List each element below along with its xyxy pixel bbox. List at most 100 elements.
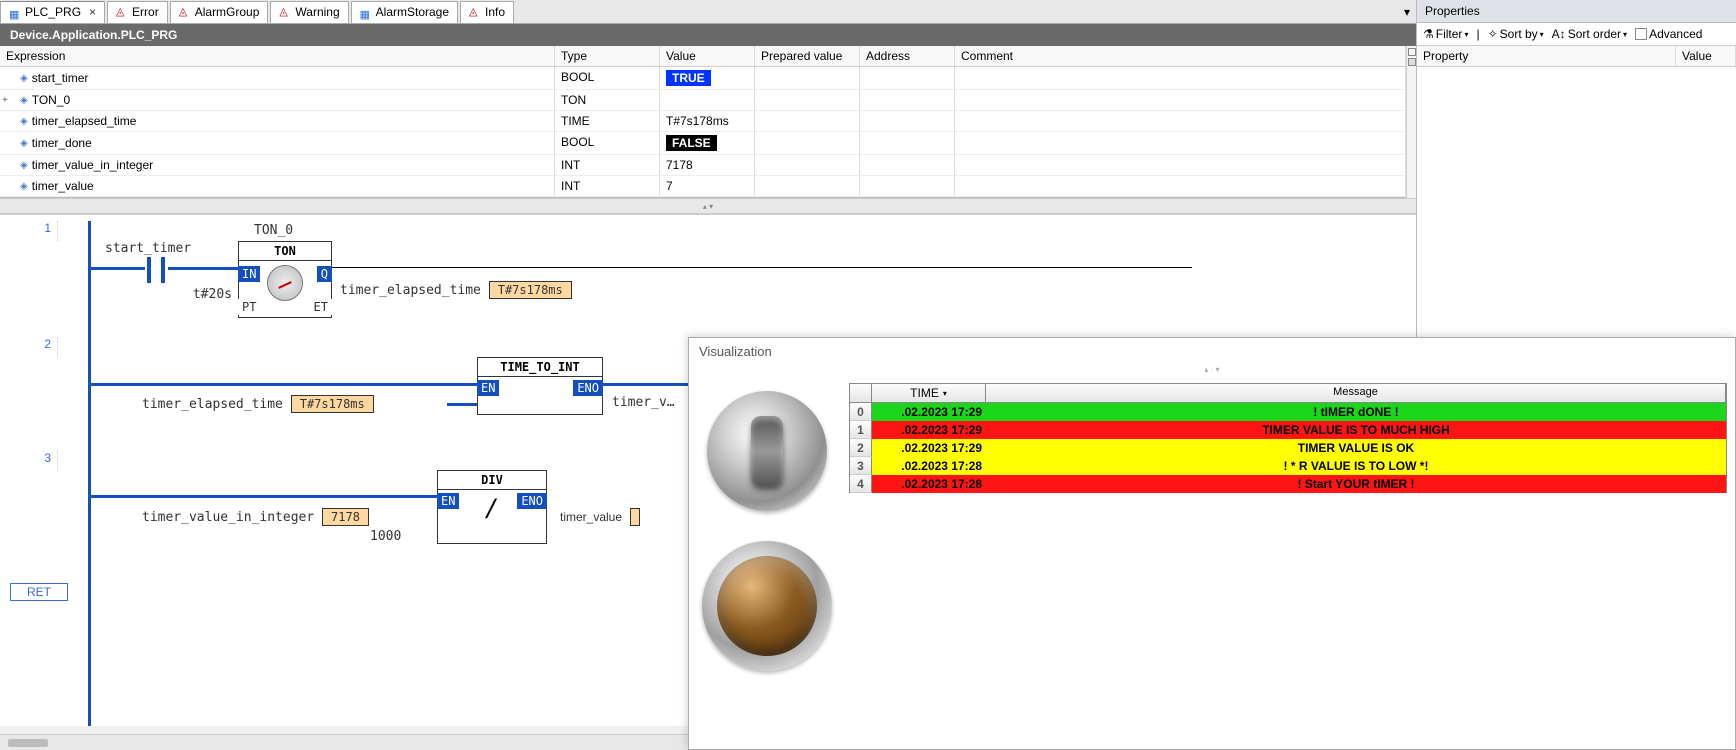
tab-plc_prg[interactable]: PLC_PRG ×	[0, 1, 105, 23]
var-value[interactable]	[660, 90, 755, 110]
variable-row[interactable]: ◈timer_valueINT7	[0, 176, 1406, 197]
sortorder-button[interactable]: A↕Sort order ▾	[1552, 27, 1627, 41]
input-value: T#7s178ms	[291, 395, 374, 413]
var-prepared[interactable]	[755, 67, 860, 89]
tabs-dropdown[interactable]: ▾	[1404, 5, 1410, 19]
horizontal-scrollbar[interactable]	[0, 734, 688, 750]
ton-block[interactable]: TON IN Q PT ET	[238, 241, 332, 318]
col-address[interactable]: Address	[860, 46, 955, 66]
viz-splitter[interactable]: ▴ · ▾	[689, 365, 1735, 377]
warn-icon	[469, 7, 481, 17]
tab-info[interactable]: Info	[460, 1, 514, 23]
col-prepared[interactable]: Prepared value	[755, 46, 860, 66]
block-type: TON	[239, 242, 331, 261]
et-output-label: timer_elapsed_time	[340, 283, 481, 298]
col-type[interactable]: Type	[555, 46, 660, 66]
indicator-lamp[interactable]	[702, 541, 832, 671]
tab-label: PLC_PRG	[25, 5, 81, 19]
alarm-time: .02.2023 17:29	[872, 421, 986, 439]
variable-row[interactable]: ◈ timer_value_in_integer INT7178	[0, 155, 1406, 176]
port-et: ET	[310, 299, 332, 315]
col-time[interactable]: TIME ▾	[872, 384, 986, 402]
alarm-index: 0	[850, 403, 872, 421]
alarm-index: 4	[850, 475, 872, 493]
block-title: TIME_TO_INT	[478, 358, 602, 377]
filter-button[interactable]: ⚗ Filter ▾	[1423, 27, 1468, 41]
side-icon[interactable]	[1408, 48, 1416, 56]
var-icon: ◈	[20, 95, 28, 106]
var-value[interactable]: FALSE	[660, 132, 755, 154]
table-side-controls[interactable]	[1406, 46, 1416, 198]
alarm-row[interactable]: 3.02.2023 17:28! * R VALUE IS TO LOW *!	[850, 457, 1726, 475]
col-property[interactable]: Property	[1417, 46, 1676, 66]
tab-alarmstorage[interactable]: AlarmStorage	[351, 1, 458, 23]
alarm-row[interactable]: 1.02.2023 17:29TIMER VALUE IS TO MUCH HI…	[850, 421, 1726, 439]
var-icon: ◈	[20, 138, 28, 149]
alarm-table: TIME ▾ Message 0.02.2023 17:29! tIMER dO…	[849, 383, 1727, 493]
input-label: timer_elapsed_time T#7s178ms	[142, 395, 374, 413]
sortby-button[interactable]: ✧ Sort by ▾	[1488, 27, 1544, 41]
col-value[interactable]: Value	[1676, 46, 1736, 66]
col-expression[interactable]: Expression	[0, 46, 555, 66]
port-eno: ENO	[517, 493, 547, 509]
var-address	[860, 67, 955, 89]
contact-start-timer[interactable]	[145, 257, 167, 283]
visualization-window[interactable]: Visualization ▴ · ▾ TIME ▾ Message 0.02.…	[688, 337, 1736, 750]
alarm-index: 2	[850, 439, 872, 457]
horizontal-splitter[interactable]: ▴ ▾	[0, 198, 1416, 214]
variable-row[interactable]: +◈TON_0TON	[0, 90, 1406, 111]
var-comment	[955, 155, 1406, 175]
alarm-row[interactable]: 2.02.2023 17:29TIMER VALUE IS OK	[850, 439, 1726, 457]
alarm-row[interactable]: 4.02.2023 17:28! Start YOUR tIMER !	[850, 475, 1726, 493]
close-icon[interactable]: ×	[89, 5, 96, 19]
col-index[interactable]	[850, 384, 872, 402]
var-prepared[interactable]	[755, 90, 860, 110]
breadcrumb: Device.Application.PLC_PRG	[0, 24, 1416, 46]
var-prepared[interactable]	[755, 155, 860, 175]
side-icon[interactable]	[1408, 58, 1416, 66]
rung-number: 2	[0, 337, 58, 357]
var-type: INT	[555, 176, 660, 196]
var-type: TIME	[555, 111, 660, 131]
expand-icon[interactable]: +	[2, 95, 14, 106]
visualization-title: Visualization	[689, 338, 1735, 365]
tab-alarmgroup[interactable]: AlarmGroup	[170, 1, 269, 23]
col-value[interactable]: Value	[660, 46, 755, 66]
div-block[interactable]: DIV / EN ENO	[437, 470, 547, 544]
pt-input-label: t#20s	[148, 287, 232, 302]
var-name: timer_value_in_integer	[32, 158, 153, 172]
var-prepared[interactable]	[755, 132, 860, 154]
et-output: timer_elapsed_time T#7s178ms	[340, 281, 572, 299]
editor-tabs: PLC_PRG × Error AlarmGroup WarningAlarmStora…	[0, 0, 1416, 24]
const-input: 1000	[370, 529, 401, 544]
variables-table: Expression Type Value Prepared value Add…	[0, 46, 1406, 198]
var-type: BOOL	[555, 67, 660, 89]
tab-error[interactable]: Error	[107, 1, 168, 23]
properties-title: Properties	[1417, 0, 1736, 23]
rotary-switch[interactable]	[707, 391, 827, 511]
var-value[interactable]: T#7s178ms	[660, 111, 755, 131]
var-type: INT	[555, 155, 660, 175]
var-icon: ◈	[20, 160, 28, 171]
var-comment	[955, 176, 1406, 196]
var-name: start_timer	[32, 71, 89, 85]
var-prepared[interactable]	[755, 111, 860, 131]
var-value[interactable]: 7178	[660, 155, 755, 175]
variable-row[interactable]: ◈timer_doneBOOLFALSE	[0, 132, 1406, 155]
variable-row[interactable]: ◈timer_elapsed_timeTIMET#7s178ms	[0, 111, 1406, 132]
tab-warning[interactable]: Warning	[270, 1, 348, 23]
var-value[interactable]: 7	[660, 176, 755, 196]
alarm-time: .02.2023 17:28	[872, 457, 986, 475]
input-value: 7178	[322, 508, 369, 526]
var-value[interactable]: TRUE	[660, 67, 755, 89]
time-to-int-block[interactable]: TIME_TO_INT EN ENO	[477, 357, 603, 415]
var-prepared[interactable]	[755, 176, 860, 196]
advanced-toggle[interactable]: Advanced	[1635, 27, 1702, 41]
col-comment[interactable]: Comment	[955, 46, 1406, 66]
variable-row[interactable]: ◈start_timerBOOLTRUE	[0, 67, 1406, 90]
col-message[interactable]: Message	[986, 384, 1726, 402]
tab-label: AlarmGroup	[195, 5, 260, 19]
var-comment	[955, 132, 1406, 154]
alarm-time: .02.2023 17:29	[872, 403, 986, 421]
alarm-row[interactable]: 0.02.2023 17:29! tIMER dONE !	[850, 403, 1726, 421]
